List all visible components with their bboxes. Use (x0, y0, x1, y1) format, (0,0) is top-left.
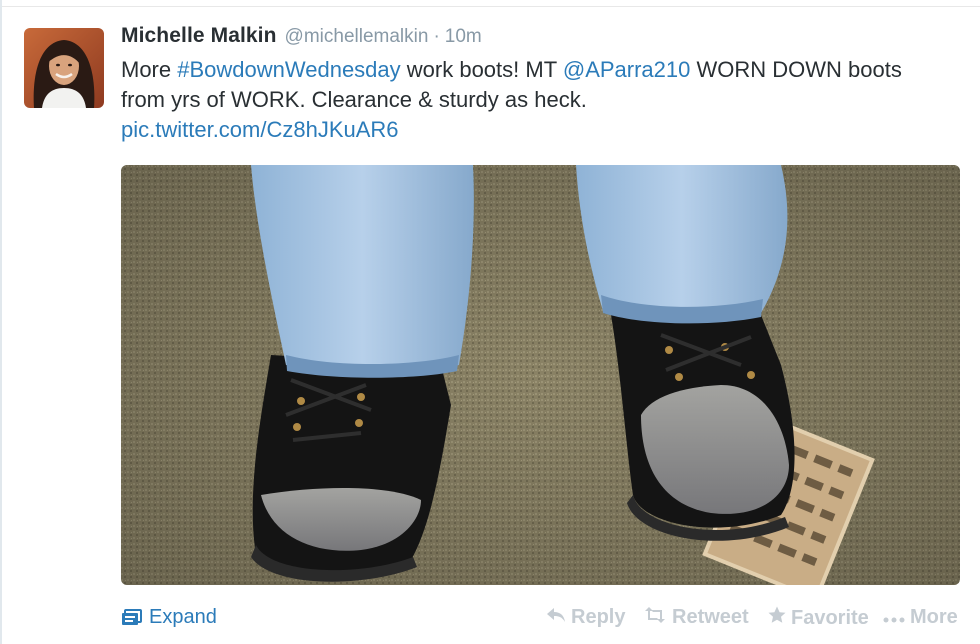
media-card-icon (121, 608, 143, 627)
tweet-text: More #BowdownWednesday work boots! MT @A… (121, 55, 951, 145)
expand-button[interactable]: Expand (121, 606, 217, 629)
tweet-text-part: More (121, 57, 178, 82)
tweet-actions: Expand Reply Retweet Favorite More (0, 600, 980, 636)
more-label: More (910, 606, 958, 628)
tweet-timestamp[interactable]: 10m (445, 26, 482, 48)
author-fullname[interactable]: Michelle Malkin (121, 24, 277, 48)
left-edge (0, 0, 2, 644)
reply-label: Reply (571, 606, 626, 628)
star-icon (768, 606, 786, 630)
retweet-label: Retweet (672, 606, 749, 628)
tweet-photo[interactable] (121, 165, 960, 585)
author-screen-name[interactable]: @michellemalkin (285, 26, 429, 48)
reply-button[interactable]: Reply (546, 606, 625, 629)
retweet-button[interactable]: Retweet (643, 606, 749, 629)
pic-link[interactable]: pic.twitter.com/Cz8hJKuAR6 (121, 117, 399, 142)
top-divider (0, 0, 980, 7)
favorite-label: Favorite (791, 606, 869, 629)
header-separator: · (433, 26, 440, 47)
retweet-icon (643, 606, 667, 629)
hashtag-link[interactable]: #BowdownWednesday (177, 57, 400, 82)
avatar[interactable] (24, 28, 104, 108)
tweet-text-part: work boots! MT (400, 57, 563, 82)
ellipsis-icon (883, 606, 905, 629)
more-button[interactable]: More (883, 606, 958, 629)
tweet-header: Michelle Malkin @michellemalkin · 10m (121, 24, 482, 52)
mention-link[interactable]: @AParra210 (563, 57, 691, 82)
expand-label: Expand (149, 606, 217, 628)
favorite-button[interactable]: Favorite (768, 606, 869, 630)
boots-photo (121, 165, 960, 585)
reply-arrow-icon (546, 606, 566, 629)
tweet-page: Michelle Malkin @michellemalkin · 10m Mo… (0, 0, 980, 644)
avatar-image (24, 28, 104, 108)
